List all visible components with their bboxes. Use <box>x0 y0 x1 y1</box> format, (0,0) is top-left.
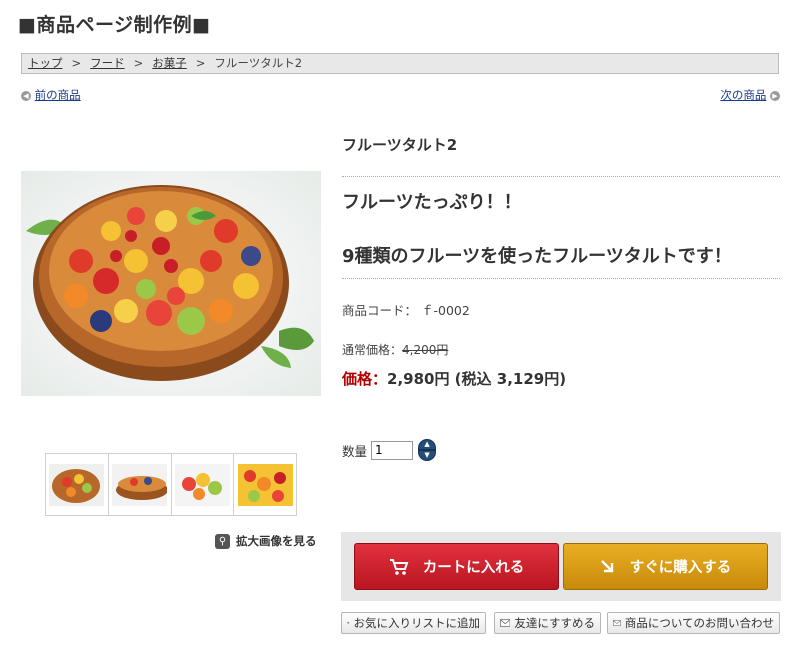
recommend-to-friend-button[interactable]: 友達にすすめる <box>494 612 601 634</box>
sale-price-label: 価格： <box>342 370 388 388</box>
prev-product-nav: ◀ 前の商品 <box>21 87 81 103</box>
mail-icon <box>613 620 621 626</box>
zoom-image-link[interactable]: ⚲ 拡大画像を見る <box>215 533 317 549</box>
quantity-stepper: ▲ ▼ <box>418 439 437 461</box>
product-code-value: ｆ-0002 <box>421 303 470 318</box>
chevron-left-icon: ◀ <box>21 90 31 101</box>
product-catchcopy-1: フルーツたっぷり！！ <box>342 192 522 213</box>
thumbnail-4[interactable] <box>234 454 296 515</box>
product-code: 商品コード： ｆ-0002 <box>342 300 470 319</box>
product-catchcopy-2: 9種類のフルーツを使ったフルーツタルトです！ <box>342 246 732 267</box>
regular-price: 通常価格：4,200円 <box>342 341 448 358</box>
product-name: フルーツタルト2 <box>342 136 458 154</box>
next-product-nav: 次の商品 ▶ <box>720 87 780 103</box>
recommend-to-friend-label: 友達にすすめる <box>514 616 595 630</box>
breadcrumb-link-food[interactable]: フード <box>90 56 125 70</box>
add-to-favorites-label: お気に入りリストに追加 <box>353 616 481 630</box>
heart-icon <box>347 622 350 624</box>
zoom-magnifier-icon: ⚲ <box>215 533 230 549</box>
breadcrumb-link-sweets[interactable]: お菓子 <box>152 56 187 70</box>
product-inquiry-button[interactable]: 商品についてのお問い合わせ <box>607 612 780 634</box>
product-inquiry-label: 商品についてのお問い合わせ <box>624 616 774 630</box>
breadcrumb-separator: > <box>133 56 144 70</box>
cart-icon <box>389 558 409 575</box>
divider <box>342 278 780 279</box>
product-main-image[interactable] <box>21 171 321 396</box>
add-to-favorites-button[interactable]: お気に入りリストに追加 <box>341 612 486 634</box>
thumbnail-2[interactable] <box>109 454 172 515</box>
regular-price-label: 通常価格： <box>342 343 403 357</box>
sale-price: 価格：2,980円 (税込 3,129円) <box>342 368 566 389</box>
breadcrumb-current: フルーツタルト2 <box>214 56 303 70</box>
quantity-increase-icon[interactable]: ▲ <box>418 439 437 450</box>
product-code-label: 商品コード： <box>342 303 418 318</box>
prev-product-link[interactable]: 前の商品 <box>35 88 81 102</box>
divider <box>342 176 780 177</box>
add-to-cart-button[interactable]: カートに入れる <box>354 543 559 590</box>
breadcrumb-link-top[interactable]: トップ <box>28 56 63 70</box>
breadcrumb-separator: > <box>71 56 82 70</box>
thumbnail-3[interactable] <box>172 454 235 515</box>
thumbnail-strip <box>45 453 297 516</box>
quantity-input[interactable] <box>371 440 414 460</box>
quantity-label: 数量 <box>342 443 368 459</box>
mail-icon <box>500 619 511 627</box>
sale-price-value: 2,980円 (税込 3,129円) <box>387 370 567 388</box>
breadcrumb-separator: > <box>195 56 206 70</box>
breadcrumb: トップ > フード > お菓子 > フルーツタルト2 <box>21 53 779 74</box>
thumbnail-1[interactable] <box>46 454 109 515</box>
buy-now-label: すぐに購入する <box>629 560 732 576</box>
next-product-link[interactable]: 次の商品 <box>720 88 766 102</box>
add-to-cart-label: カートに入れる <box>422 560 525 576</box>
zoom-label: 拡大画像を見る <box>236 534 317 548</box>
page-title: ■商品ページ制作例■ <box>18 14 211 36</box>
quantity-row: 数量 ▲ ▼ <box>342 439 437 461</box>
arrow-down-right-icon <box>600 559 613 572</box>
buy-now-button[interactable]: すぐに購入する <box>563 543 768 590</box>
quantity-decrease-icon[interactable]: ▼ <box>418 450 437 461</box>
chevron-right-icon: ▶ <box>770 90 780 101</box>
regular-price-value: 4,200円 <box>402 343 449 357</box>
